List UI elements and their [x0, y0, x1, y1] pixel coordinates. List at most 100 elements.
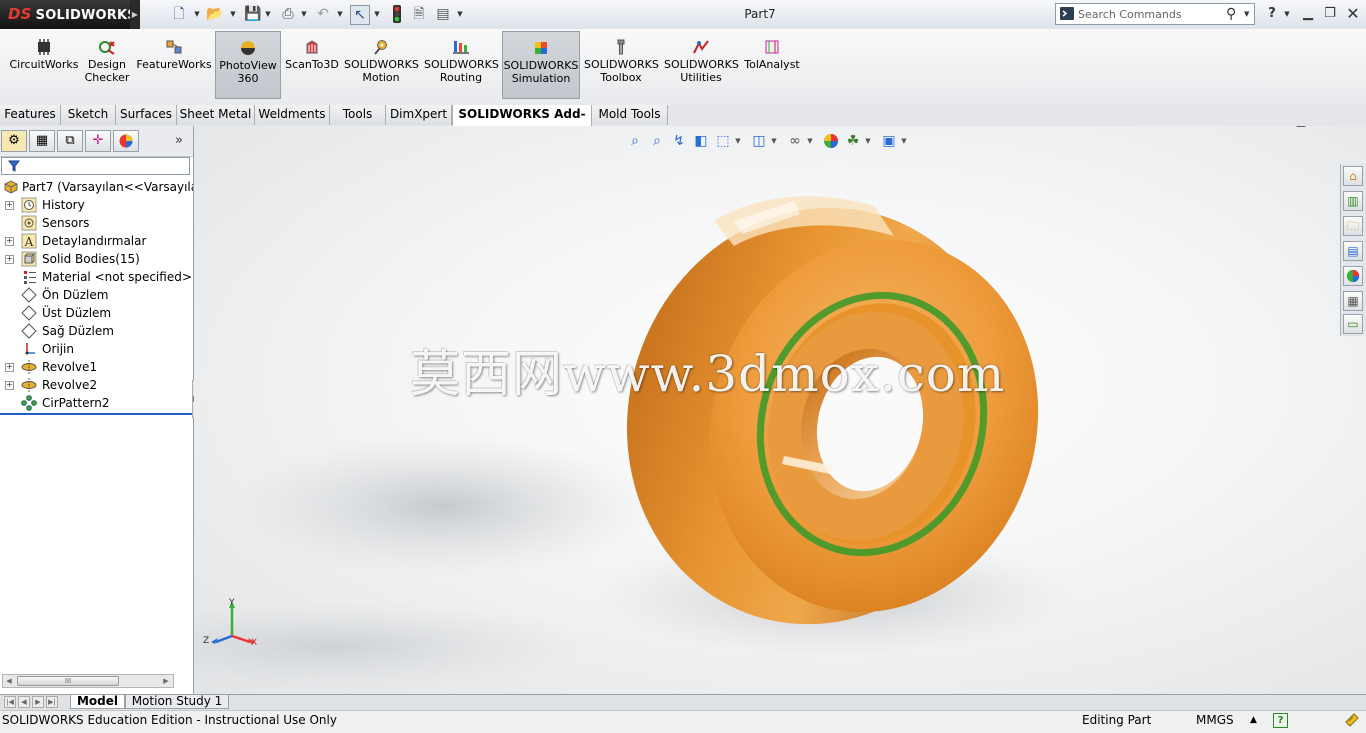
- tab-solidworks-add-ins[interactable]: SOLIDWORKS Add-ins: [452, 105, 592, 140]
- solidworks-utilities-button[interactable]: SOLIDWORKS Utilities: [664, 31, 739, 99]
- tree-item-cirpattern2[interactable]: CirPattern2: [0, 394, 193, 412]
- new-document-icon[interactable]: 🗋: [170, 5, 188, 23]
- expand-icon[interactable]: +: [5, 201, 14, 210]
- solidworks-resources-icon[interactable]: ⌂: [1343, 166, 1363, 186]
- tab-mold-tools[interactable]: Mold Tools: [592, 105, 668, 125]
- featureworks-button[interactable]: FeatureWorks: [136, 31, 212, 99]
- rebuild-status-icon[interactable]: [1344, 712, 1360, 733]
- tolanalyst-button[interactable]: TolAnalyst: [742, 31, 802, 99]
- print-icon[interactable]: ⎙: [279, 5, 297, 23]
- unit-system-arrow-icon[interactable]: ▲: [1250, 711, 1257, 729]
- tree-item-right-plane[interactable]: Sağ Düzlem: [0, 322, 193, 340]
- tab-model[interactable]: Model: [70, 695, 125, 709]
- expand-icon[interactable]: +: [5, 255, 14, 264]
- dimxpert-manager-tab-icon[interactable]: ✛: [85, 130, 111, 152]
- tab-tools[interactable]: Tools: [330, 105, 386, 125]
- zoom-to-fit-icon[interactable]: ⌕: [626, 132, 644, 150]
- section-view-icon[interactable]: ◧: [692, 132, 710, 150]
- open-folder-icon[interactable]: 📂: [206, 5, 224, 23]
- doc-close-icon[interactable]: ✕: [1336, 126, 1354, 129]
- tab-features[interactable]: Features: [0, 105, 61, 125]
- expand-icon[interactable]: +: [5, 381, 14, 390]
- tree-item-revolve2[interactable]: + Revolve2: [0, 376, 193, 394]
- rollback-bar[interactable]: [0, 413, 192, 415]
- graphics-area[interactable]: 莫西网www.3dmox.com ⌕ ⌕ ↯ ◧ ⬚ ▼ ◫ ▼ ∞ ▼ ☘ ▼…: [194, 126, 1366, 694]
- expand-icon[interactable]: +: [5, 363, 14, 372]
- apply-scene-dropdown-icon[interactable]: ▼: [864, 132, 872, 150]
- search-input[interactable]: [1078, 5, 1228, 23]
- minimize-window-icon[interactable]: ▁: [1298, 5, 1318, 23]
- next-tab-icon[interactable]: ▶: [32, 696, 44, 708]
- design-library-icon[interactable]: ▥: [1343, 191, 1363, 211]
- solidworks-toolbox-button[interactable]: SOLIDWORKS Toolbox: [584, 31, 659, 99]
- expand-icon[interactable]: +: [5, 237, 14, 246]
- tab-dimxpert[interactable]: DimXpert: [386, 105, 452, 125]
- view-settings-dropdown-icon[interactable]: ▼: [900, 132, 908, 150]
- tree-item-sensors[interactable]: Sensors: [0, 214, 193, 232]
- help-dropdown-icon[interactable]: ▼: [1283, 5, 1291, 23]
- tree-item-history[interactable]: + History: [0, 196, 193, 214]
- configuration-manager-tab-icon[interactable]: ⧉: [57, 130, 83, 152]
- view-palette-icon[interactable]: ▤: [1343, 241, 1363, 261]
- display-manager-tab-icon[interactable]: [113, 130, 139, 152]
- tree-item-top-plane[interactable]: Üst Düzlem: [0, 304, 193, 322]
- tree-item-annotations[interactable]: + A Detaylandırmalar: [0, 232, 193, 250]
- previous-tab-icon[interactable]: ◀: [18, 696, 30, 708]
- doc-minimize-icon[interactable]: ▁: [1292, 126, 1310, 129]
- doc-restore-icon[interactable]: ❐: [1314, 126, 1332, 129]
- circuitworks-button[interactable]: CircuitWorks: [6, 31, 82, 99]
- display-style-dropdown-icon[interactable]: ▼: [770, 132, 778, 150]
- undo-icon[interactable]: ↶: [314, 5, 332, 23]
- tree-item-front-plane[interactable]: Ön Düzlem: [0, 286, 193, 304]
- tree-item-solid-bodies[interactable]: + Solid Bodies(15): [0, 250, 193, 268]
- tab-sheet-metal[interactable]: Sheet Metal: [177, 105, 255, 125]
- save-icon[interactable]: 💾: [244, 5, 262, 23]
- options-icon[interactable]: ▤: [434, 5, 452, 23]
- display-style-icon[interactable]: ◫: [750, 132, 768, 150]
- property-manager-tab-icon[interactable]: ▦: [29, 130, 55, 152]
- scanto3d-button[interactable]: ScanTo3D: [284, 31, 340, 99]
- tab-sketch[interactable]: Sketch: [61, 105, 116, 125]
- hide-show-items-icon[interactable]: ∞: [786, 132, 804, 150]
- edit-appearance-icon[interactable]: [822, 132, 840, 150]
- design-checker-button[interactable]: Design Checker: [84, 31, 130, 99]
- hide-show-dropdown-icon[interactable]: ▼: [806, 132, 814, 150]
- tree-item-material[interactable]: Material <not specified>: [0, 268, 193, 286]
- more-tabs-chevron-icon[interactable]: »: [175, 132, 189, 150]
- solidworks-logo[interactable]: DS SOLIDWORKS: [0, 0, 137, 29]
- viewport-split-icon[interactable]: ⧉: [1268, 126, 1286, 129]
- solidworks-simulation-button[interactable]: SOLIDWORKS Simulation: [502, 31, 580, 99]
- select-dropdown-icon[interactable]: ▼: [373, 5, 381, 23]
- appearances-scenes-icon[interactable]: [1343, 266, 1363, 286]
- view-orientation-dropdown-icon[interactable]: ▼: [734, 132, 742, 150]
- tree-item-revolve1[interactable]: + Revolve1: [0, 358, 193, 376]
- viewport-single-icon[interactable]: ⧈: [1246, 126, 1264, 129]
- scrollbar-thumb[interactable]: III: [17, 676, 119, 686]
- search-mode-icon[interactable]: [1060, 7, 1074, 20]
- solidworks-routing-button[interactable]: SOLIDWORKS Routing: [424, 31, 499, 99]
- solidworks-forum-icon[interactable]: ▭: [1343, 314, 1363, 334]
- file-properties-icon[interactable]: 🗎: [410, 5, 428, 23]
- view-settings-icon[interactable]: ▣: [880, 132, 898, 150]
- undo-dropdown-icon[interactable]: ▼: [336, 5, 344, 23]
- tab-motion-study-1[interactable]: Motion Study 1: [125, 695, 229, 709]
- file-explorer-icon[interactable]: 🗀: [1343, 216, 1363, 236]
- rebuild-traffic-light-icon[interactable]: [388, 5, 406, 23]
- apply-scene-icon[interactable]: ☘: [844, 132, 862, 150]
- scroll-right-icon[interactable]: ▶: [161, 676, 171, 686]
- view-orientation-icon[interactable]: ⬚: [714, 132, 732, 150]
- scroll-left-icon[interactable]: ◀: [4, 676, 14, 686]
- custom-properties-icon[interactable]: ▦: [1343, 291, 1363, 311]
- options-dropdown-icon[interactable]: ▼: [456, 5, 464, 23]
- tab-weldments[interactable]: Weldments: [255, 105, 330, 125]
- tree-root-part[interactable]: Part7 (Varsayılan<<Varsayılan>_Display S…: [0, 178, 193, 196]
- save-dropdown-icon[interactable]: ▼: [264, 5, 272, 23]
- close-window-icon[interactable]: ✕: [1343, 5, 1363, 23]
- tab-surfaces[interactable]: Surfaces: [116, 105, 177, 125]
- search-icon[interactable]: ⚲: [1226, 5, 1242, 23]
- restore-window-icon[interactable]: ❐: [1320, 5, 1340, 23]
- photoview-360-button[interactable]: PhotoView 360: [215, 31, 281, 99]
- quick-tips-help-icon[interactable]: ?: [1273, 713, 1288, 728]
- zoom-to-area-icon[interactable]: ⌕: [648, 132, 666, 150]
- open-dropdown-icon[interactable]: ▼: [229, 5, 237, 23]
